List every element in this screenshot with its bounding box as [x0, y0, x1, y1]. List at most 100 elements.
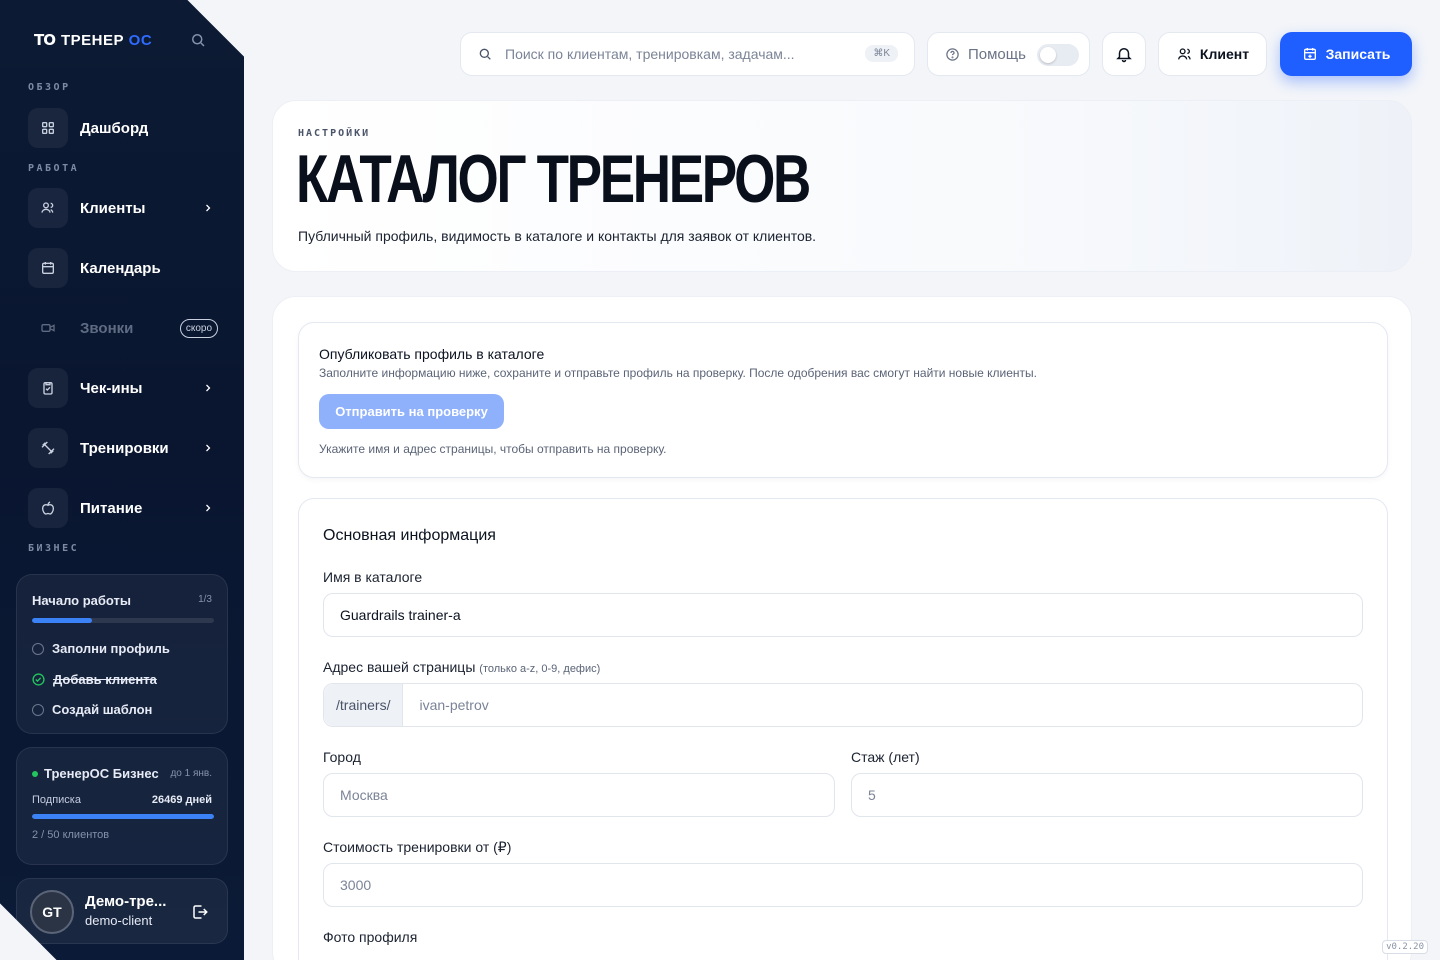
page-subtitle: Публичный профиль, видимость в каталоге …: [298, 228, 817, 244]
logout-icon[interactable]: [191, 903, 209, 921]
sidebar-item-calls: Звонки скоро: [28, 308, 218, 348]
plan-title: ТренерОС Бизнес: [32, 766, 159, 781]
slug-label: Адрес вашей страницы (только a-z, 0-9, д…: [323, 659, 601, 675]
publish-card: Опубликовать профиль в каталоге Заполнит…: [298, 322, 1388, 478]
sidebar-item-calendar[interactable]: Календарь: [28, 248, 218, 288]
sidebar: TO ТРЕНЕР ОС ОБЗОР Дашборд РАБОТА Клиент…: [0, 0, 244, 960]
slug-prefix: /trainers/: [324, 684, 404, 726]
page-title: КАТАЛОГ ТРЕНЕРОВ: [296, 141, 811, 217]
experience-label: Стаж (лет): [851, 749, 920, 765]
onboarding-task[interactable]: Заполни профиль: [32, 641, 170, 656]
sidebar-item-nutrition[interactable]: Питание: [28, 488, 218, 528]
price-input[interactable]: [324, 877, 1362, 893]
section-label-overview: ОБЗОР: [28, 82, 71, 93]
user-login: demo-client: [85, 913, 153, 928]
avatar: GT: [30, 890, 74, 934]
bell-icon: [1116, 48, 1132, 63]
photo-label: Фото профиля: [323, 929, 418, 945]
shortcut-hint: ⌘K: [865, 45, 898, 62]
city-label: Город: [323, 749, 361, 765]
version-badge: v0.2.20: [1382, 940, 1428, 954]
clients-count: 2 / 50 клиентов: [32, 829, 110, 841]
chevron-right-icon: [206, 384, 211, 392]
user-name: Демо-тре...: [85, 893, 167, 910]
calendar-icon: [28, 248, 68, 288]
search-input[interactable]: [505, 46, 845, 62]
search-icon: [479, 48, 491, 60]
help-label: Помощь: [968, 45, 1026, 63]
slug-input[interactable]: [403, 697, 1362, 713]
status-dot: [32, 770, 38, 777]
book-session-button[interactable]: Записать: [1280, 32, 1412, 76]
users-icon: [1177, 48, 1191, 60]
user-card[interactable]: GT Демо-тре... demo-client: [16, 878, 228, 944]
catalog-name-label: Имя в каталоге: [323, 569, 423, 585]
onboarding-card: Начало работы 1/3 Заполни профиль Добавь…: [16, 574, 228, 734]
circle-icon: [32, 642, 44, 655]
search-icon[interactable]: [189, 31, 207, 49]
sidebar-item-clients[interactable]: Клиенты: [28, 188, 218, 228]
subscription-progress: [32, 814, 214, 819]
experience-input[interactable]: [852, 787, 1362, 803]
breadcrumb: НАСТРОЙКИ: [298, 128, 371, 139]
video-icon: [28, 308, 68, 348]
sidebar-item-label: Дашборд: [80, 119, 149, 137]
clipboard-check-icon: [28, 368, 68, 408]
global-search[interactable]: ⌘K: [460, 32, 915, 76]
sidebar-item-workouts[interactable]: Тренировки: [28, 428, 218, 468]
dumbbell-icon: [28, 428, 68, 468]
sidebar-item-label: Клиенты: [80, 199, 146, 217]
sidebar-item-label: Чек-ины: [80, 379, 143, 397]
section-label-work: РАБОТА: [28, 163, 80, 174]
onboarding-title: Начало работы: [32, 593, 131, 608]
help-toggle[interactable]: Помощь: [927, 32, 1090, 76]
client-button[interactable]: Клиент: [1158, 32, 1267, 76]
circle-icon: [32, 703, 44, 716]
subscription-progress-fill: [32, 814, 214, 819]
sidebar-item-label: Питание: [80, 499, 143, 517]
notifications-button[interactable]: [1102, 32, 1146, 76]
onboarding-progress: [32, 618, 214, 623]
onboarding-task[interactable]: Создай шаблон: [32, 702, 152, 717]
apple-icon: [28, 488, 68, 528]
users-icon: [28, 188, 68, 228]
help-switch[interactable]: [1037, 44, 1079, 66]
chevron-right-icon: [206, 204, 211, 212]
basic-info-card: Основная информация Имя в каталоге Адрес…: [298, 498, 1388, 960]
sidebar-item-dashboard[interactable]: Дашборд: [28, 108, 218, 148]
brand[interactable]: TO ТРЕНЕР ОС: [34, 31, 152, 49]
catalog-name-input[interactable]: [324, 607, 1362, 623]
business-plan-card[interactable]: ТренерОС Бизнес до 1 янв. Подписка 26469…: [16, 747, 228, 865]
price-field[interactable]: [323, 863, 1363, 907]
city-field[interactable]: [323, 773, 835, 817]
check-circle-icon: [32, 673, 45, 686]
section-title: Основная информация: [323, 527, 496, 544]
publish-description: Заполните информацию ниже, сохраните и о…: [319, 366, 1037, 380]
catalog-name-field[interactable]: [323, 593, 1363, 637]
onboarding-task[interactable]: Добавь клиента: [32, 672, 157, 687]
chevron-right-icon: [206, 504, 211, 512]
grid-icon: [28, 108, 68, 148]
experience-field[interactable]: [851, 773, 1363, 817]
sidebar-item-label: Тренировки: [80, 439, 169, 457]
onboarding-progress-fill: [32, 618, 93, 623]
catalog-settings: Опубликовать профиль в каталоге Заполнит…: [272, 296, 1412, 960]
soon-badge: скоро: [179, 318, 218, 338]
slug-field[interactable]: /trainers/: [323, 683, 1363, 727]
city-input[interactable]: [324, 787, 834, 803]
page-header: НАСТРОЙКИ КАТАЛОГ ТРЕНЕРОВ Публичный про…: [272, 100, 1412, 272]
section-label-business: БИЗНЕС: [28, 543, 80, 554]
client-label: Клиент: [1199, 46, 1250, 62]
plan-until: до 1 янв.: [170, 768, 212, 779]
submit-review-button[interactable]: Отправить на проверку: [319, 394, 504, 429]
brand-logo: TO: [34, 31, 56, 49]
publish-hint: Укажите имя и адрес страницы, чтобы отпр…: [319, 442, 667, 456]
onboarding-count: 1/3: [198, 594, 212, 605]
price-label: Стоимость тренировки от (₽): [323, 839, 512, 855]
sidebar-item-label: Календарь: [80, 259, 161, 277]
sidebar-item-checkins[interactable]: Чек-ины: [28, 368, 218, 408]
calendar-plus-icon: [1303, 48, 1316, 60]
help-circle-icon: [946, 47, 959, 61]
sidebar-item-label: Звонки: [80, 319, 134, 337]
book-label: Записать: [1325, 46, 1391, 62]
